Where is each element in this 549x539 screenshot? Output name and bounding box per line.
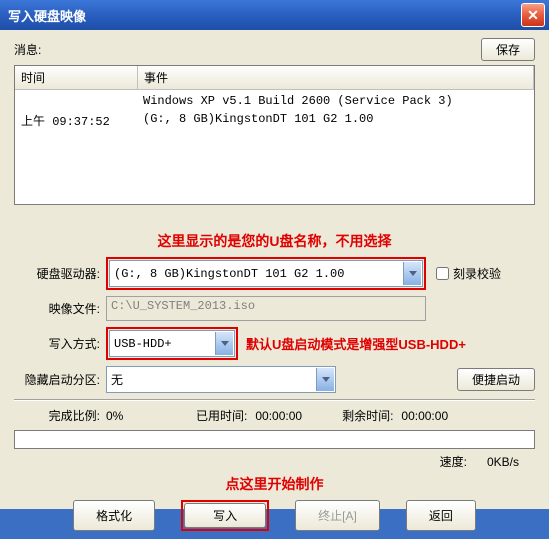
verify-label: 刻录校验 <box>453 265 501 282</box>
col-header-time[interactable]: 时间 <box>15 66 138 89</box>
save-button[interactable]: 保存 <box>481 38 535 61</box>
drive-label: 硬盘驱动器: <box>14 265 106 282</box>
remain-label: 剩余时间: <box>342 407 393 424</box>
verify-input[interactable] <box>436 267 449 280</box>
annotation-drive: 这里显示的是您的U盘名称，不用选择 <box>14 231 535 251</box>
image-label: 映像文件: <box>14 300 106 317</box>
col-header-event[interactable]: 事件 <box>138 66 534 89</box>
mode-value: USB-HDD+ <box>114 337 172 351</box>
image-path-field: C:\U_SYSTEM_2013.iso <box>106 296 426 321</box>
image-row: 映像文件: C:\U_SYSTEM_2013.iso <box>14 296 535 321</box>
cell-time: 上午 09:37:52 <box>15 110 137 131</box>
speed-row: 速度: 0KB/s <box>14 453 535 470</box>
window-title: 写入硬盘映像 <box>4 6 521 25</box>
grid-body: Windows XP v5.1 Build 2600 (Service Pack… <box>15 90 534 133</box>
progress-row: 完成比例: 0% 已用时间: 00:00:00 剩余时间: 00:00:00 <box>14 407 535 424</box>
drive-value: (G:, 8 GB)KingstonDT 101 G2 1.00 <box>114 267 344 281</box>
drive-row: 硬盘驱动器: (G:, 8 GB)KingstonDT 101 G2 1.00 … <box>14 257 535 290</box>
mode-row: 写入方式: USB-HDD+ 默认U盘启动模式是增强型USB-HDD+ <box>14 327 535 360</box>
speed-label: 速度: <box>440 455 467 469</box>
chevron-down-icon <box>316 368 334 391</box>
chevron-down-icon <box>215 332 233 355</box>
button-row: 格式化 写入 终止[A] 返回 <box>14 500 535 531</box>
annotation-mode: 默认U盘启动模式是增强型USB-HDD+ <box>246 334 466 353</box>
log-grid: 时间 事件 Windows XP v5.1 Build 2600 (Servic… <box>14 65 535 205</box>
annotation-write: 点这里开始制作 <box>14 474 535 494</box>
convenient-boot-button[interactable]: 便捷启动 <box>457 368 535 391</box>
close-icon: ✕ <box>527 7 539 24</box>
hidden-row: 隐藏启动分区: 无 便捷启动 <box>14 366 535 393</box>
redbox-drive: (G:, 8 GB)KingstonDT 101 G2 1.00 <box>106 257 426 290</box>
mode-select[interactable]: USB-HDD+ <box>109 330 235 357</box>
drive-select[interactable]: (G:, 8 GB)KingstonDT 101 G2 1.00 <box>109 260 423 287</box>
message-label: 消息: <box>14 41 481 58</box>
redbox-mode: USB-HDD+ <box>106 327 238 360</box>
stop-button: 终止[A] <box>295 500 380 531</box>
progress-value: 0% <box>106 409 166 423</box>
table-row[interactable]: Windows XP v5.1 Build 2600 (Service Pack… <box>15 92 534 110</box>
hidden-value: 无 <box>111 371 123 388</box>
progress-bar <box>14 430 535 449</box>
speed-value: 0KB/s <box>487 455 519 469</box>
chevron-down-icon <box>403 262 421 285</box>
write-button[interactable]: 写入 <box>184 503 266 528</box>
back-button[interactable]: 返回 <box>406 500 476 531</box>
redbox-write: 写入 <box>181 500 269 531</box>
progress-label: 完成比例: <box>14 407 106 424</box>
verify-checkbox[interactable]: 刻录校验 <box>436 265 501 282</box>
cell-event: Windows XP v5.1 Build 2600 (Service Pack… <box>137 92 534 110</box>
mode-label: 写入方式: <box>14 335 106 352</box>
elapsed-value: 00:00:00 <box>255 409 302 423</box>
speed-label-group: 速度: 0KB/s <box>440 453 519 470</box>
message-row: 消息: 保存 <box>14 38 535 61</box>
close-button[interactable]: ✕ <box>521 3 545 27</box>
grid-header: 时间 事件 <box>15 66 534 90</box>
remain-value: 00:00:00 <box>401 409 448 423</box>
dialog-window: 写入硬盘映像 ✕ 消息: 保存 时间 事件 Windows XP v5.1 Bu… <box>0 0 549 509</box>
titlebar: 写入硬盘映像 ✕ <box>0 0 549 30</box>
cell-event: (G:, 8 GB)KingstonDT 101 G2 1.00 <box>137 110 534 131</box>
cell-time <box>15 92 137 110</box>
hidden-label: 隐藏启动分区: <box>14 371 106 388</box>
divider <box>14 399 535 401</box>
format-button[interactable]: 格式化 <box>73 500 155 531</box>
content-area: 消息: 保存 时间 事件 Windows XP v5.1 Build 2600 … <box>0 30 549 539</box>
hidden-select[interactable]: 无 <box>106 366 336 393</box>
table-row[interactable]: 上午 09:37:52 (G:, 8 GB)KingstonDT 101 G2 … <box>15 110 534 131</box>
elapsed-label: 已用时间: <box>196 407 247 424</box>
